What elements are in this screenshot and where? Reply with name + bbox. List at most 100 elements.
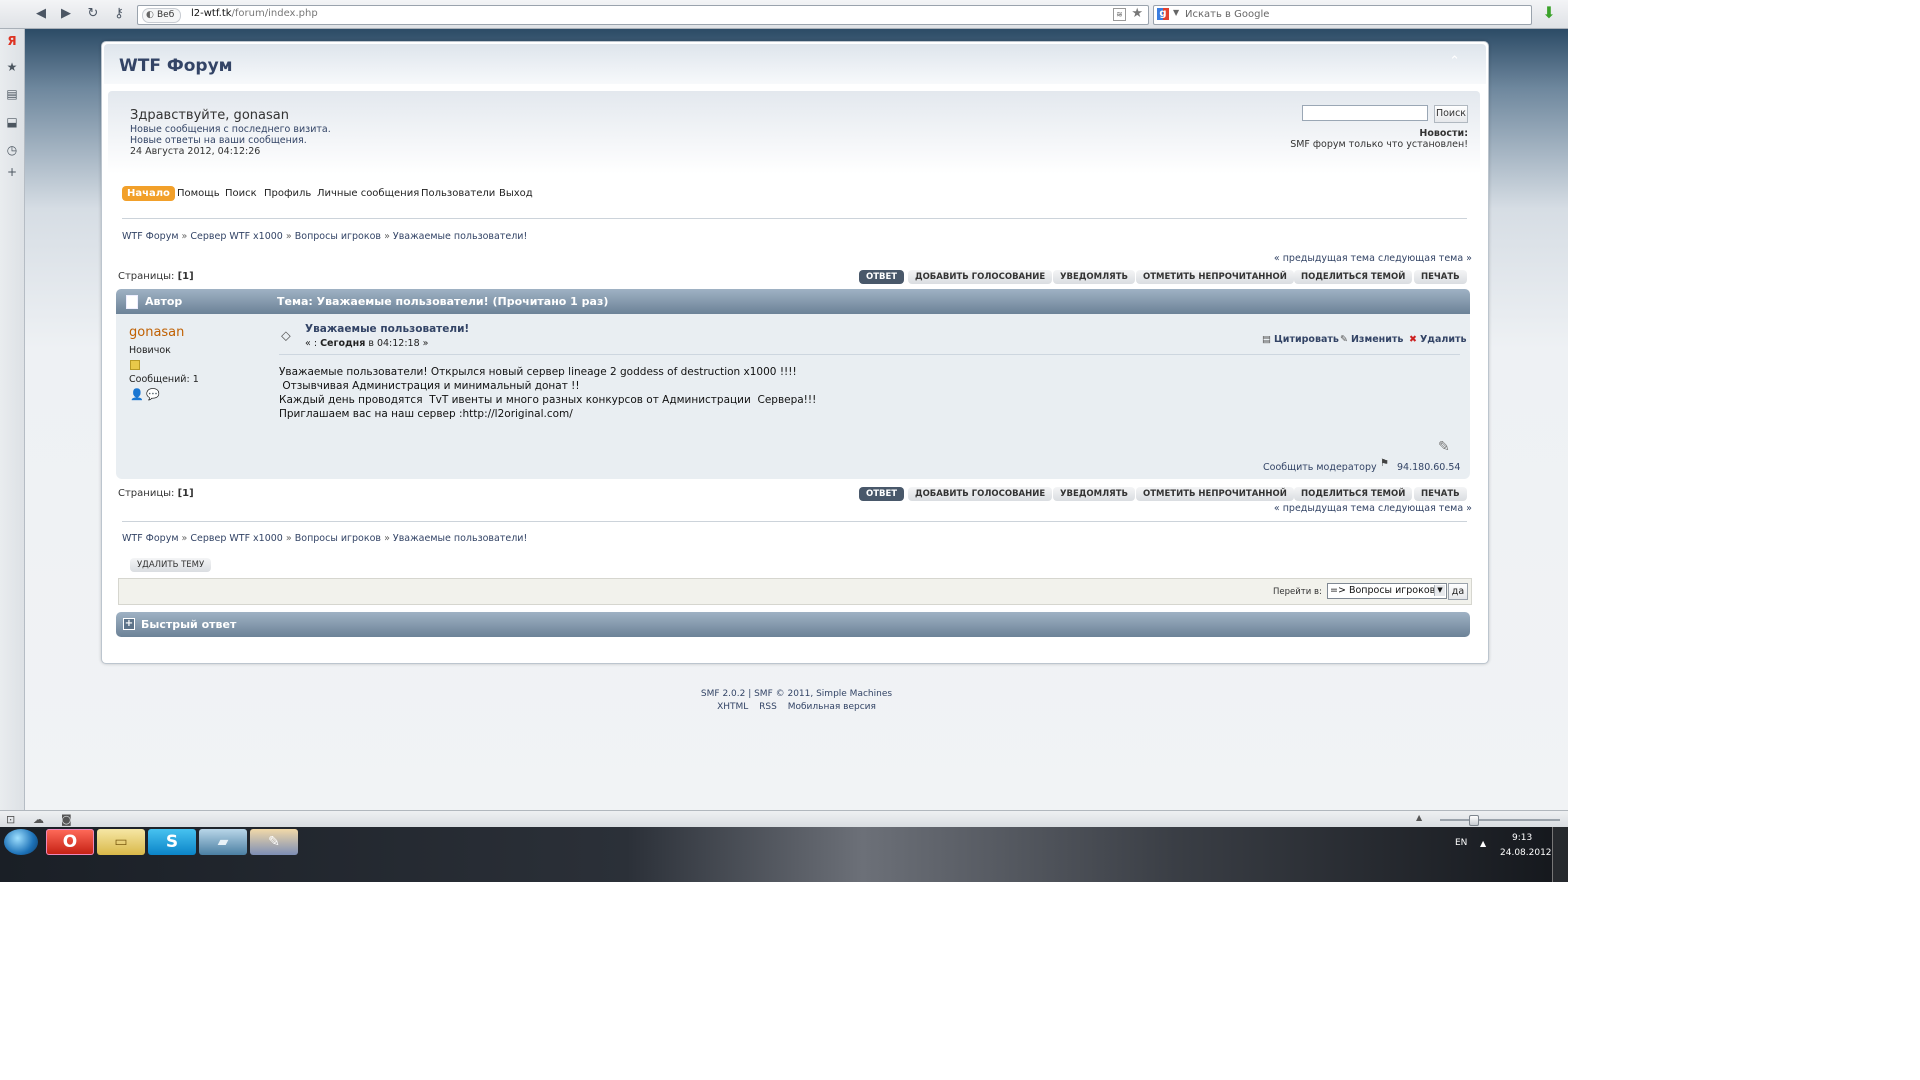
paint-icon[interactable]: ✎ <box>250 829 298 855</box>
delete-topic-button[interactable]: удалить тему <box>130 558 212 572</box>
forward-icon[interactable]: ▶ <box>58 6 74 22</box>
quick-reply-bar[interactable]: + Быстрый ответ <box>116 612 1470 637</box>
quick-reply-title[interactable]: Быстрый ответ <box>141 618 236 631</box>
breadcrumb-item[interactable]: Сервер WTF x1000 <box>190 533 282 544</box>
key-icon[interactable]: ⚷ <box>111 6 127 22</box>
pagination-bottom: Страницы: [1] <box>118 488 194 499</box>
explorer-icon[interactable]: ▭ <box>97 829 145 855</box>
add-panel-icon[interactable]: + <box>4 164 20 180</box>
yandex-icon[interactable]: Я <box>4 33 20 49</box>
google-icon[interactable]: g <box>1157 8 1169 20</box>
add-poll-button[interactable]: добавить голосование <box>908 270 1053 284</box>
prev-topic-link[interactable]: « предыдущая тема <box>1274 503 1375 514</box>
quick-quote-icon[interactable]: ✎ <box>1438 439 1450 455</box>
panel-toggle-icon[interactable]: ⊡ <box>6 813 15 826</box>
notify-button[interactable]: уведомлять <box>1053 487 1135 501</box>
download-icon[interactable]: ⬇ <box>1540 4 1558 22</box>
address-url[interactable]: l2-wtf.tk/forum/index.php <box>191 8 318 19</box>
edit-button[interactable]: ✎ Изменить <box>1340 334 1403 345</box>
jump-go-button[interactable]: да <box>1448 583 1468 600</box>
post-body: Уважаемые пользователи! Открылся новый с… <box>279 365 816 421</box>
breadcrumb-item[interactable]: WTF Форум <box>122 533 179 544</box>
reload-icon[interactable]: ↻ <box>85 6 101 22</box>
chevron-up-icon[interactable]: ▲ <box>1416 813 1422 822</box>
print-button[interactable]: печать <box>1414 270 1467 284</box>
prev-topic-link[interactable]: « предыдущая тема <box>1274 253 1375 264</box>
print-button[interactable]: печать <box>1414 487 1467 501</box>
chevron-down-icon[interactable]: ▼ <box>1434 585 1445 596</box>
tray-expand-icon[interactable]: ▲ <box>1480 839 1486 848</box>
breadcrumb-item[interactable]: Уважаемые пользователи! <box>393 231 527 242</box>
menu-item-profile[interactable]: Профиль <box>264 186 311 201</box>
jump-to-select[interactable]: => Вопросы игроков ▼ <box>1327 583 1447 599</box>
add-poll-button[interactable]: добавить голосование <box>908 487 1053 501</box>
bookmark-star-icon[interactable]: ★ <box>1131 6 1143 21</box>
mark-unread-button[interactable]: отметить непрочитанной <box>1136 487 1294 501</box>
mark-unread-button[interactable]: отметить непрочитанной <box>1136 270 1294 284</box>
footer-link-mobile[interactable]: Мобильная версия <box>788 702 876 712</box>
new-posts-link[interactable]: Новые сообщения с последнего визита. <box>130 124 331 135</box>
forum-header: WTF Форум ⌃ <box>104 44 1486 84</box>
google-search-field[interactable]: g ▼ Искать в Google <box>1153 5 1532 25</box>
breadcrumb-item[interactable]: Вопросы игроков <box>295 533 381 544</box>
message-icon[interactable]: 💬 <box>146 388 160 401</box>
poster-ip[interactable]: 94.180.60.54 <box>1397 462 1460 473</box>
language-indicator[interactable]: EN <box>1455 838 1467 848</box>
quote-button[interactable]: ▤ Цитировать <box>1262 334 1339 345</box>
menu-item-help[interactable]: Помощь <box>177 186 220 201</box>
chevron-down-icon[interactable]: ▼ <box>1173 8 1179 17</box>
post-subject[interactable]: Уважаемые пользователи! <box>305 323 469 335</box>
share-topic-button[interactable]: поделиться темой <box>1294 487 1413 501</box>
menu-item-pm[interactable]: Личные сообщения <box>317 186 419 201</box>
next-topic-link[interactable]: следующая тема » <box>1378 503 1472 514</box>
notepad-icon[interactable]: ▰ <box>199 829 247 855</box>
search-button[interactable]: Поиск <box>1434 105 1468 123</box>
menu-item-home[interactable]: Начало <box>122 186 175 201</box>
star-icon[interactable]: ★ <box>4 59 20 75</box>
poster-name[interactable]: gonasan <box>129 325 184 340</box>
skype-icon[interactable]: S <box>148 829 196 855</box>
next-topic-link[interactable]: следующая тема » <box>1378 253 1472 264</box>
notes-icon[interactable]: ▤ <box>4 86 20 102</box>
breadcrumb-item[interactable]: WTF Форум <box>122 231 179 242</box>
history-icon[interactable]: ◷ <box>4 142 20 158</box>
rss-icon[interactable]: ≋ <box>1113 8 1126 21</box>
speed-dial-icon[interactable]: ◙ <box>61 813 72 826</box>
back-icon[interactable]: ◀ <box>33 6 49 22</box>
address-bar[interactable]: Веб l2-wtf.tk/forum/index.php ≋ ★ <box>137 5 1149 25</box>
downloads-icon[interactable]: ⬓ <box>4 114 20 130</box>
footer-link-xhtml[interactable]: XHTML <box>717 702 748 712</box>
footer-copyright[interactable]: SMF 2.0.2 | SMF © 2011, Simple Machines <box>25 689 1568 699</box>
expand-icon[interactable]: + <box>123 618 135 630</box>
report-to-moderator-link[interactable]: Сообщить модератору <box>1263 462 1377 473</box>
clock-time[interactable]: 9:13 <box>1512 833 1532 843</box>
menu-item-logout[interactable]: Выход <box>499 186 533 201</box>
share-topic-button[interactable]: поделиться темой <box>1294 270 1413 284</box>
footer-link-rss[interactable]: RSS <box>759 702 777 712</box>
reply-button[interactable]: ответ <box>859 487 905 501</box>
reply-button[interactable]: ответ <box>859 270 905 284</box>
start-button[interactable] <box>4 829 38 855</box>
breadcrumb-item[interactable]: Уважаемые пользователи! <box>393 533 527 544</box>
collapse-header-icon[interactable]: ⌃ <box>1449 54 1460 69</box>
zoom-slider-handle[interactable] <box>1469 815 1479 826</box>
profile-icon[interactable]: 👤 <box>130 388 144 401</box>
show-desktop-button[interactable] <box>1552 827 1569 882</box>
menu-item-search[interactable]: Поиск <box>225 186 257 201</box>
opera-icon[interactable]: O <box>46 829 94 855</box>
delete-button[interactable]: ✖ Удалить <box>1409 334 1467 345</box>
forum-title[interactable]: WTF Форум <box>119 56 233 76</box>
greeting: Здравствуйте, gonasan <box>130 108 289 123</box>
menu-item-members[interactable]: Пользователи <box>421 186 495 201</box>
new-replies-link[interactable]: Новые ответы на ваши сообщения. <box>130 135 307 146</box>
current-page[interactable]: [1] <box>178 488 194 499</box>
clock-date[interactable]: 24.08.2012 <box>1500 848 1552 858</box>
notify-button[interactable]: уведомлять <box>1053 270 1135 284</box>
current-page[interactable]: [1] <box>178 271 194 282</box>
breadcrumb-item[interactable]: Сервер WTF x1000 <box>190 231 282 242</box>
breadcrumb-item[interactable]: Вопросы игроков <box>295 231 381 242</box>
zoom-slider[interactable] <box>1440 819 1560 821</box>
cloud-icon[interactable]: ☁ <box>33 813 44 826</box>
address-badge[interactable]: Веб <box>142 8 182 23</box>
search-input[interactable] <box>1302 105 1428 121</box>
